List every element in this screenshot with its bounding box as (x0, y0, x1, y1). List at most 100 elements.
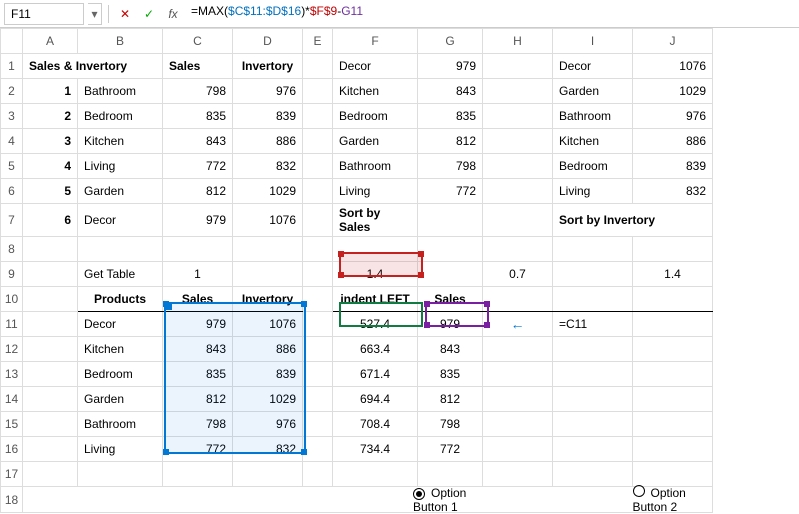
cell[interactable]: 1029 (233, 387, 302, 411)
cell[interactable]: 663.4 (333, 337, 417, 361)
col-header[interactable]: C (163, 29, 233, 54)
cell[interactable]: 772 (163, 154, 232, 178)
cell[interactable]: 798 (418, 412, 482, 436)
cell[interactable]: Bedroom (78, 104, 162, 128)
col-header[interactable]: H (483, 29, 553, 54)
cell[interactable]: 839 (233, 104, 302, 128)
cell[interactable]: 835 (163, 104, 232, 128)
header-cell[interactable]: Invertory (233, 287, 302, 311)
row-header[interactable]: 17 (1, 462, 23, 487)
cell[interactable]: Kitchen (78, 129, 162, 153)
cell[interactable]: Living (78, 154, 162, 178)
cell[interactable]: 6 (23, 204, 77, 236)
cell[interactable]: 2 (23, 104, 77, 128)
row-header[interactable]: 11 (1, 312, 23, 337)
col-header[interactable]: B (78, 29, 163, 54)
cell[interactable]: 812 (163, 387, 232, 411)
cell[interactable]: Garden (78, 387, 162, 411)
fx-icon[interactable]: fx (163, 4, 183, 24)
selected-cell[interactable]: 527.4 (333, 312, 417, 336)
row-header[interactable]: 18 (1, 487, 23, 513)
cancel-icon[interactable]: ✕ (115, 4, 135, 24)
cell[interactable]: 1 (23, 79, 77, 103)
row-header[interactable]: 2 (1, 79, 23, 104)
cell[interactable]: Kitchen (553, 129, 632, 153)
col-header[interactable]: I (553, 29, 633, 54)
cell[interactable]: 0.7 (483, 262, 552, 286)
cell[interactable]: 843 (418, 79, 482, 103)
row-header[interactable]: 7 (1, 204, 23, 237)
row-header[interactable]: 14 (1, 387, 23, 412)
row-header[interactable]: 5 (1, 154, 23, 179)
col-header[interactable]: J (633, 29, 713, 54)
cell[interactable]: 708.4 (333, 412, 417, 436)
col-header[interactable]: A (23, 29, 78, 54)
option-button-1[interactable]: Option Button 1 (413, 486, 493, 514)
cell[interactable]: Bathroom (333, 154, 417, 178)
row-header[interactable]: 16 (1, 437, 23, 462)
cell[interactable]: 843 (418, 337, 482, 361)
col-header[interactable]: G (418, 29, 483, 54)
enter-icon[interactable]: ✓ (139, 4, 159, 24)
cell[interactable]: 843 (163, 337, 232, 361)
cell[interactable]: 1.4 (333, 262, 417, 286)
header-cell[interactable]: Products (78, 287, 162, 311)
header-cell[interactable]: Invertory (233, 54, 302, 78)
col-header[interactable]: F (333, 29, 418, 54)
cell[interactable]: 979 (163, 312, 232, 336)
cell[interactable]: 979 (163, 204, 232, 236)
cell[interactable]: 832 (633, 179, 712, 203)
row-header[interactable]: 3 (1, 104, 23, 129)
cell[interactable]: 835 (163, 362, 232, 386)
cell[interactable]: Decor (553, 54, 632, 78)
cell[interactable]: 798 (418, 154, 482, 178)
cell[interactable]: 798 (163, 79, 232, 103)
row-header[interactable]: 9 (1, 262, 23, 287)
cell[interactable]: 886 (633, 129, 712, 153)
cell[interactable]: Garden (333, 129, 417, 153)
row-header[interactable]: 6 (1, 179, 23, 204)
cell[interactable]: 812 (418, 129, 482, 153)
option-button-2[interactable]: Option Button 2 (633, 485, 713, 514)
cell[interactable]: 886 (233, 129, 302, 153)
name-box[interactable] (4, 3, 84, 25)
cell[interactable]: 979 (418, 54, 482, 78)
cell[interactable]: 835 (418, 104, 482, 128)
cell[interactable]: 734.4 (333, 437, 417, 461)
cell[interactable]: 1029 (233, 179, 302, 203)
cell[interactable]: 812 (418, 387, 482, 411)
row-header[interactable]: 13 (1, 362, 23, 387)
row-header[interactable]: 4 (1, 129, 23, 154)
cell[interactable]: Kitchen (333, 79, 417, 103)
cell[interactable]: =C11 (553, 312, 632, 336)
cell[interactable]: Sort by Sales (333, 204, 417, 236)
header-cell[interactable]: Sales (163, 54, 232, 78)
cell[interactable]: 839 (633, 154, 712, 178)
cell[interactable]: 886 (233, 337, 302, 361)
cell[interactable]: 1.4 (633, 262, 712, 286)
cell[interactable]: Living (333, 179, 417, 203)
cell[interactable]: Garden (78, 179, 162, 203)
cell[interactable]: 839 (233, 362, 302, 386)
cell[interactable]: Bathroom (553, 104, 632, 128)
cell[interactable]: 979 (418, 312, 482, 336)
cell[interactable]: Bedroom (333, 104, 417, 128)
cell[interactable]: 5 (23, 179, 77, 203)
name-box-dropdown[interactable]: ▾ (88, 3, 102, 25)
spreadsheet-grid[interactable]: A B C D E F G H I J 1 Sales & Invertory … (0, 28, 799, 513)
cell[interactable]: 798 (163, 412, 232, 436)
col-header[interactable]: E (303, 29, 333, 54)
cell[interactable]: Decor (78, 204, 162, 236)
header-cell[interactable]: indent LEFT (333, 287, 417, 311)
cell[interactable]: Bedroom (553, 154, 632, 178)
cell[interactable]: Get Table (78, 262, 162, 286)
select-all-corner[interactable] (1, 29, 23, 54)
cell[interactable]: 1076 (233, 204, 302, 236)
cell[interactable]: 1076 (233, 312, 302, 336)
cell[interactable]: Bathroom (78, 412, 162, 436)
cell[interactable]: Sort by Invertory (553, 204, 712, 236)
cell[interactable]: 832 (233, 154, 302, 178)
cell[interactable]: Living (553, 179, 632, 203)
cell[interactable]: Garden (553, 79, 632, 103)
cell[interactable]: 843 (163, 129, 232, 153)
